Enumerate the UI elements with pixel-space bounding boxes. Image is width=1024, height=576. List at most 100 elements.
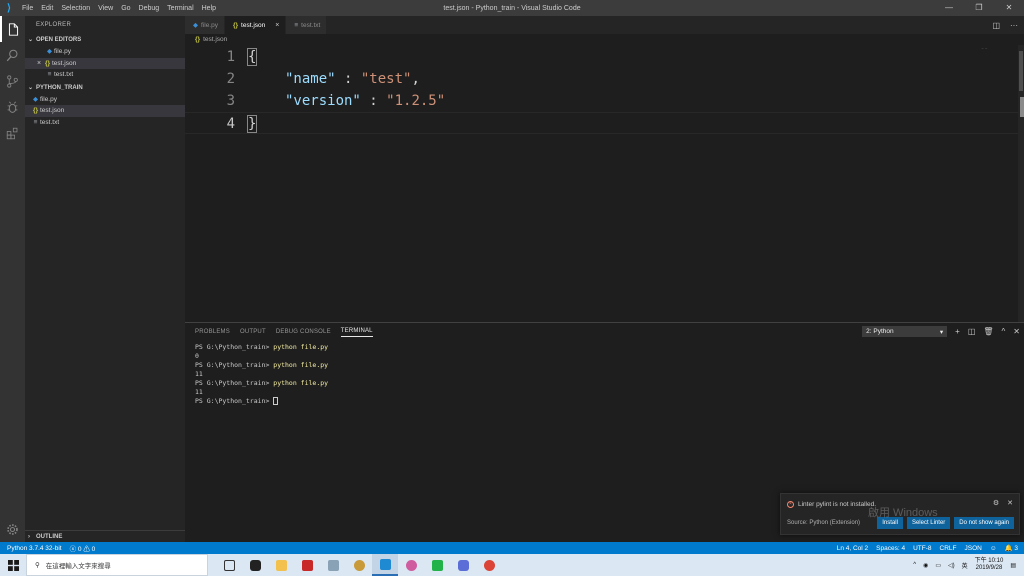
explorer-sidebar: EXPLORER ⌄ OPEN EDITORS ◆ file.py × {} t… [25, 16, 185, 542]
vscode-taskbar-icon[interactable] [372, 554, 398, 576]
open-editor-item[interactable]: × {} test.json [25, 57, 185, 70]
clock[interactable]: 下午 10:10 2019/9/28 [975, 558, 1004, 572]
tab-debug-console[interactable]: DEBUG CONSOLE [276, 329, 331, 335]
tab-output[interactable]: OUTPUT [240, 329, 266, 335]
notifications-status[interactable]: 🔔 3 [1004, 544, 1018, 552]
code-editor[interactable]: ⁻⁻ 1 { 2 "name" : "test", 3 "version" : … [185, 45, 1024, 322]
menu-edit[interactable]: Edit [37, 5, 57, 12]
minimize-icon[interactable]: — [934, 0, 964, 16]
network-icon[interactable]: ▭ [935, 562, 941, 569]
scrollbar-thumb[interactable] [1019, 51, 1023, 91]
app-red-icon[interactable] [294, 554, 320, 576]
terminal-cursor [273, 397, 279, 405]
json-separator: : [360, 93, 387, 109]
menu-selection[interactable]: Selection [57, 5, 94, 12]
line-app-icon[interactable] [424, 554, 450, 576]
windows-start-icon[interactable] [0, 554, 26, 576]
tab-test-json[interactable]: {} test.json × [224, 16, 287, 34]
source-control-icon[interactable] [0, 68, 25, 94]
breadcrumb[interactable]: {} test.json [185, 34, 1024, 45]
text-file-icon: ≡ [294, 21, 299, 29]
task-view-icon[interactable] [216, 554, 242, 576]
file-item[interactable]: ≡ test.txt [25, 117, 185, 129]
smiley-feedback-icon[interactable]: ☺ [990, 545, 997, 552]
terminal-line: PS G:\Python_train> python file.py [195, 343, 1014, 352]
tab-file-py[interactable]: ◆ file.py [185, 16, 225, 34]
tab-terminal[interactable]: TERMINAL [340, 328, 373, 337]
close-editor-icon[interactable]: × [35, 58, 43, 70]
json-separator: : [335, 71, 361, 87]
app-clock-icon[interactable] [242, 554, 268, 576]
terminal-line: PS G:\Python_train> python file.py [195, 379, 1014, 388]
terminal-line: PS G:\Python_train> [195, 397, 1014, 406]
taskbar-search[interactable]: ⚲ 在這裡輸入文字來搜尋 [26, 554, 208, 576]
chrome-icon[interactable] [476, 554, 502, 576]
file-explorer-icon[interactable] [268, 554, 294, 576]
more-actions-icon[interactable]: ··· [1010, 21, 1018, 30]
discord-icon[interactable] [450, 554, 476, 576]
extensions-icon[interactable] [0, 120, 25, 146]
close-window-icon[interactable]: ✕ [994, 0, 1024, 16]
problems-status[interactable]: ⓧ 0 ⚠ 0 [70, 543, 96, 553]
chevron-down-icon: ⌄ [28, 84, 34, 91]
editor-scrollbar[interactable] [1018, 45, 1024, 322]
search-icon[interactable] [0, 42, 25, 68]
gear-icon[interactable]: ⚙ [993, 499, 999, 507]
input-method[interactable]: 英 [962, 561, 968, 570]
close-tab-icon[interactable]: × [275, 22, 279, 29]
cursor-position[interactable]: Ln 4, Col 2 [837, 545, 868, 552]
file-item[interactable]: ◆ file.py [25, 94, 185, 106]
open-editors-label: OPEN EDITORS [36, 37, 82, 43]
menu-help[interactable]: Help [198, 5, 220, 12]
encoding[interactable]: UTF-8 [913, 545, 931, 552]
end-of-line[interactable]: CRLF [940, 545, 957, 552]
split-editor-icon[interactable]: ◫ [992, 21, 1000, 30]
tray-chevron-icon[interactable]: ^ [913, 562, 916, 568]
new-terminal-icon[interactable]: + [955, 327, 960, 336]
tab-problems[interactable]: PROBLEMS [195, 329, 230, 335]
split-terminal-icon[interactable]: ◫ [968, 327, 976, 336]
folder-header[interactable]: ⌄ PYTHON_TRAIN [25, 82, 185, 94]
open-editor-item[interactable]: ◆ file.py [25, 46, 185, 58]
language-mode[interactable]: JSON [964, 545, 981, 552]
tab-test-txt[interactable]: ≡ test.txt [286, 16, 328, 34]
file-item[interactable]: {} test.json [25, 105, 185, 117]
menu-view[interactable]: View [94, 5, 117, 12]
trash-icon[interactable]: 🗑 [983, 327, 993, 336]
menu-file[interactable]: File [18, 5, 37, 12]
activation-watermark: 啟用 Windows [868, 507, 938, 519]
explorer-icon[interactable] [0, 16, 25, 42]
notification-actions: ⚙ ✕ [993, 499, 1013, 507]
indentation[interactable]: Spaces: 4 [876, 545, 905, 552]
json-key: "name" [285, 71, 336, 87]
file-label: file.py [40, 95, 57, 103]
debug-icon[interactable] [0, 94, 25, 120]
app-pink-icon[interactable] [398, 554, 424, 576]
menu-debug[interactable]: Debug [135, 5, 164, 12]
menu-terminal[interactable]: Terminal [163, 5, 197, 12]
open-editors-header[interactable]: ⌄ OPEN EDITORS [25, 34, 185, 46]
breadcrumb-file[interactable]: test.json [203, 36, 227, 43]
maximize-panel-icon[interactable]: ^ [1002, 327, 1006, 336]
open-editor-item[interactable]: ≡ test.txt [25, 69, 185, 81]
menu-go[interactable]: Go [117, 5, 134, 12]
outline-header[interactable]: › OUTLINE [25, 530, 185, 542]
json-file-icon: {} [32, 107, 39, 114]
search-icon: ⚲ [35, 562, 40, 569]
do-not-show-again-button[interactable]: Do not show again [954, 517, 1014, 529]
terminal-select[interactable]: 2: Python ▾ [862, 326, 948, 337]
app-game-icon[interactable] [346, 554, 372, 576]
manage-gear-icon[interactable] [0, 516, 25, 542]
line-number: 3 [226, 93, 235, 109]
volume-icon[interactable]: ◁) [948, 562, 955, 569]
terminal-output[interactable]: PS G:\Python_train> python file.py 0 PS … [185, 341, 1024, 408]
action-center-icon[interactable]: ▤ [1010, 562, 1016, 569]
json-brace: { [246, 48, 258, 66]
close-notification-icon[interactable]: ✕ [1007, 499, 1013, 507]
python-interpreter[interactable]: Python 3.7.4 32-bit [7, 545, 62, 552]
restore-icon[interactable]: ❐ [964, 0, 994, 16]
error-count: 0 [77, 546, 82, 553]
close-panel-icon[interactable]: ✕ [1013, 327, 1020, 336]
app-photos-icon[interactable] [320, 554, 346, 576]
tray-app-icon[interactable]: ◉ [923, 562, 928, 569]
